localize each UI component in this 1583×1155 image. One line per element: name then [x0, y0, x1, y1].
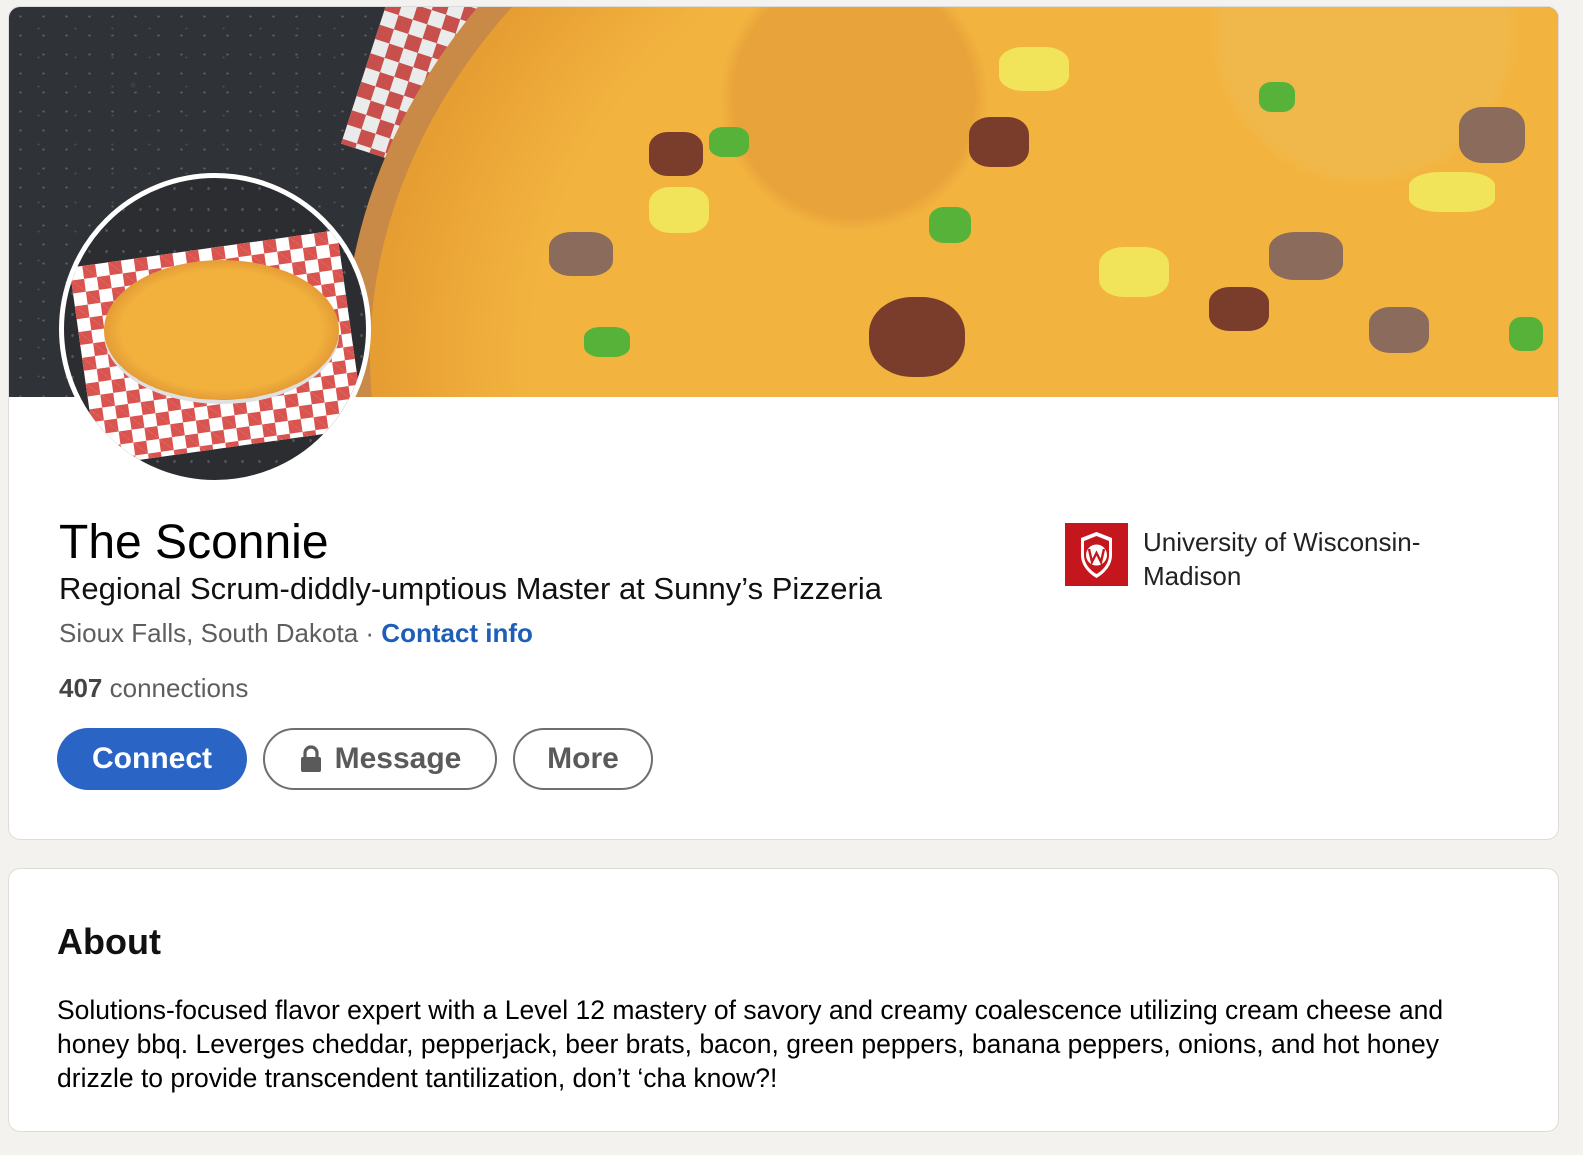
message-button[interactable]: Message — [263, 728, 497, 790]
topping-bacon — [969, 117, 1029, 167]
topping-pepper — [584, 327, 630, 357]
connections-label: connections — [109, 673, 249, 703]
lock-icon — [299, 745, 323, 773]
topping-pepper — [1259, 82, 1295, 112]
topping-pepper — [1509, 317, 1543, 351]
about-text: Solutions-focused flavor expert with a L… — [57, 995, 1444, 1093]
education-school[interactable]: University of Wisconsin-Madison — [1065, 523, 1485, 603]
topping-banana-pepper — [1099, 247, 1169, 297]
connect-button[interactable]: Connect — [57, 728, 247, 790]
more-button[interactable]: More — [513, 728, 653, 790]
avatar-pizza — [104, 260, 339, 400]
about-card: About Solutions-focused flavor expert wi… — [8, 868, 1559, 1132]
profile-card: The Sconnie Regional Scrum-diddly-umptio… — [8, 6, 1559, 840]
about-title: About — [57, 921, 161, 962]
topping-banana-pepper — [649, 187, 709, 233]
topping-banana-pepper — [999, 47, 1069, 91]
uw-madison-crest-icon — [1065, 523, 1128, 586]
contact-info-link[interactable]: Contact info — [381, 618, 533, 648]
topping-pepper — [709, 127, 749, 157]
topping-banana-pepper — [1409, 172, 1495, 212]
topping-pepper — [929, 207, 971, 243]
topping-sausage — [549, 232, 613, 276]
separator-dot: · — [365, 618, 375, 648]
connections-number: 407 — [59, 673, 103, 703]
school-name: University of Wisconsin-Madison — [1143, 527, 1421, 591]
location-text: Sioux Falls, South Dakota — [59, 618, 359, 648]
profile-name: The Sconnie — [59, 516, 329, 569]
topping-sausage — [1459, 107, 1525, 163]
topping-sausage — [1269, 232, 1343, 280]
topping-sausage — [1369, 307, 1429, 353]
avatar[interactable] — [59, 173, 371, 485]
message-label: Message — [334, 742, 462, 775]
profile-headline: Regional Scrum-diddly-umptious Master at… — [59, 571, 882, 606]
connections-count[interactable]: 407 connections — [59, 673, 248, 704]
topping-bacon — [869, 297, 965, 377]
location-line: Sioux Falls, South Dakota · Contact info — [59, 618, 533, 649]
topping-bacon — [649, 132, 703, 176]
topping-bacon — [1209, 287, 1269, 331]
